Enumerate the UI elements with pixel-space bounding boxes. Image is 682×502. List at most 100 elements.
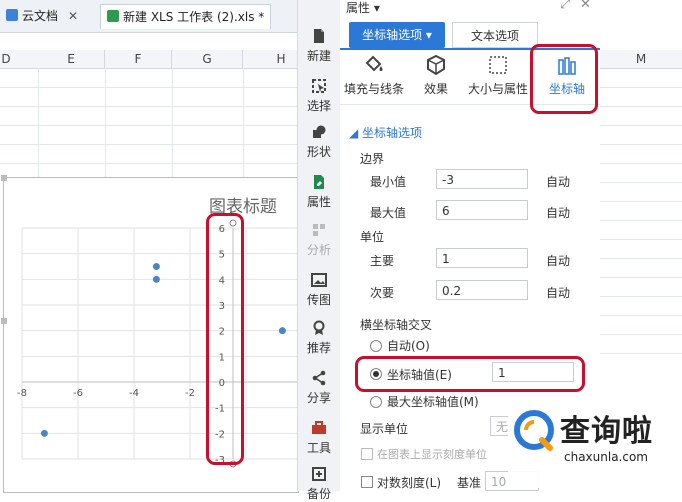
- highlight-axis-tab: [530, 44, 598, 114]
- min-label: 最小值: [370, 175, 407, 189]
- highlight-axis: [206, 213, 244, 465]
- x-tick-label: -2: [185, 388, 195, 399]
- column-header[interactable]: H: [243, 50, 297, 69]
- section-axis-options[interactable]: ◢ 坐标轴选项: [349, 124, 422, 141]
- tab-axis-options[interactable]: 坐标轴选项 ▾: [349, 22, 445, 48]
- major-unit-input[interactable]: 1: [436, 248, 528, 268]
- grid-line: [600, 296, 682, 297]
- units-label: 单位: [360, 230, 385, 244]
- new-file-icon: [314, 29, 324, 43]
- document-tab-bar: 云文档 ✕ 新建 XLS 工作表 (2).xls *: [0, 0, 297, 33]
- major-label: 主要: [370, 254, 395, 268]
- grid-line: [600, 87, 682, 88]
- watermark: 查询啦 chaxunla.com: [508, 404, 680, 488]
- paint-bucket-icon: [365, 55, 383, 72]
- grid-line: [600, 220, 682, 221]
- grid-line: [600, 106, 682, 107]
- auto-button[interactable]: 自动: [546, 252, 570, 269]
- sidebar-item-share[interactable]: 分享: [298, 370, 340, 406]
- grid-line: [0, 106, 297, 107]
- shape-icon: [313, 125, 326, 138]
- max-label: 最大值: [370, 206, 407, 220]
- data-point: [152, 275, 160, 283]
- max-value-input[interactable]: 6: [436, 200, 528, 220]
- grid-line: [600, 144, 682, 145]
- cube-icon: [427, 54, 445, 76]
- scatter-chart[interactable]: 图表标题 6543210-1-2-3-8-6-4-22: [1, 175, 299, 493]
- sidebar-item-new[interactable]: 新建: [298, 28, 340, 64]
- bounds-label: 边界: [360, 152, 385, 166]
- sidebar-item-properties[interactable]: 属性: [298, 174, 340, 210]
- min-value-input[interactable]: -3: [436, 169, 528, 189]
- grid-line: [600, 163, 682, 164]
- sidebar-item-recommend[interactable]: 推荐: [298, 320, 340, 356]
- x-tick-label: -6: [73, 388, 83, 399]
- grid-line: [0, 87, 297, 88]
- tab-cloud-docs[interactable]: 云文档 ✕: [6, 4, 78, 28]
- x-tick-label: -8: [17, 388, 27, 399]
- base-label: 基准: [457, 476, 482, 490]
- subtab-effects[interactable]: 效果: [416, 54, 456, 97]
- checkbox-log-scale[interactable]: [361, 476, 373, 488]
- auto-button[interactable]: 自动: [546, 173, 570, 190]
- cross-label: 横坐标轴交叉: [360, 318, 433, 332]
- grid-line: [600, 201, 682, 202]
- minor-label: 次要: [370, 286, 395, 300]
- search-logo-icon: [514, 410, 554, 451]
- close-icon[interactable]: ✕: [580, 0, 591, 12]
- grid-line: [600, 334, 682, 335]
- radio-cross-max[interactable]: [370, 396, 382, 408]
- grid-line: [0, 163, 297, 164]
- sidebar-item-upload-image[interactable]: 传图: [298, 272, 340, 308]
- subtab-size-properties[interactable]: 大小与属性: [466, 54, 530, 97]
- spreadsheet-icon: [107, 10, 119, 22]
- close-icon[interactable]: ✕: [68, 9, 78, 23]
- data-point: [278, 327, 286, 335]
- backup-icon: [312, 467, 326, 481]
- data-point: [40, 429, 48, 437]
- x-tick-label: -4: [129, 388, 139, 399]
- grid-line: [600, 315, 682, 316]
- tab-xls-document[interactable]: 新建 XLS 工作表 (2).xls *: [100, 4, 272, 29]
- minor-unit-input[interactable]: 0.2: [436, 280, 528, 300]
- subtab-fill-line[interactable]: 填充与线条: [342, 54, 406, 97]
- column-header[interactable]: M: [600, 50, 682, 69]
- share-icon: [312, 370, 326, 386]
- analyze-icon: [313, 224, 325, 236]
- select-cursor-icon: [312, 79, 326, 93]
- toolbox-icon: [312, 421, 326, 434]
- chart-plot-area: 6543210-1-2-3-8-6-4-22: [17, 219, 298, 468]
- grid-line: [600, 277, 682, 278]
- column-header[interactable]: D: [0, 50, 39, 69]
- column-header[interactable]: G: [172, 50, 243, 69]
- highlight-cross-value: [355, 356, 585, 392]
- sidebar-item-backup[interactable]: 备份: [298, 466, 340, 502]
- auto-button[interactable]: 自动: [546, 284, 570, 301]
- expand-icon[interactable]: ⤢: [560, 0, 570, 12]
- sidebar-item-tools[interactable]: 工具: [298, 420, 340, 456]
- display-unit-label: 显示单位: [360, 422, 409, 436]
- log-scale-label: 对数刻度(L): [377, 476, 442, 490]
- data-point: [152, 263, 160, 270]
- grid-line: [600, 182, 682, 183]
- tab-text-options[interactable]: 文本选项: [452, 22, 538, 48]
- show-unit-label: 在图表上显示刻度单位: [377, 448, 487, 461]
- radio-cross-auto[interactable]: [370, 340, 382, 352]
- watermark-url: chaxunla.com: [564, 450, 648, 464]
- size-icon: [489, 56, 507, 74]
- sidebar-item-analyze[interactable]: 分析: [298, 222, 340, 258]
- properties-icon: [314, 175, 324, 189]
- image-icon: [311, 273, 327, 287]
- column-header[interactable]: F: [105, 50, 172, 69]
- grid-line: [600, 239, 682, 240]
- grid-line: [600, 258, 682, 259]
- auto-button[interactable]: 自动: [546, 204, 570, 221]
- side-toolbar: 新建 选择 形状 属性 分析 传图 推荐 分享 工具 备份: [297, 0, 341, 501]
- checkbox-show-unit[interactable]: [361, 448, 373, 460]
- grid-line: [600, 125, 682, 126]
- column-header[interactable]: E: [38, 50, 105, 69]
- sidebar-item-select[interactable]: 选择: [298, 78, 340, 114]
- panel-title[interactable]: 属性 ▾: [346, 0, 380, 16]
- sidebar-item-shape[interactable]: 形状: [298, 124, 340, 160]
- grid-line: [0, 125, 297, 126]
